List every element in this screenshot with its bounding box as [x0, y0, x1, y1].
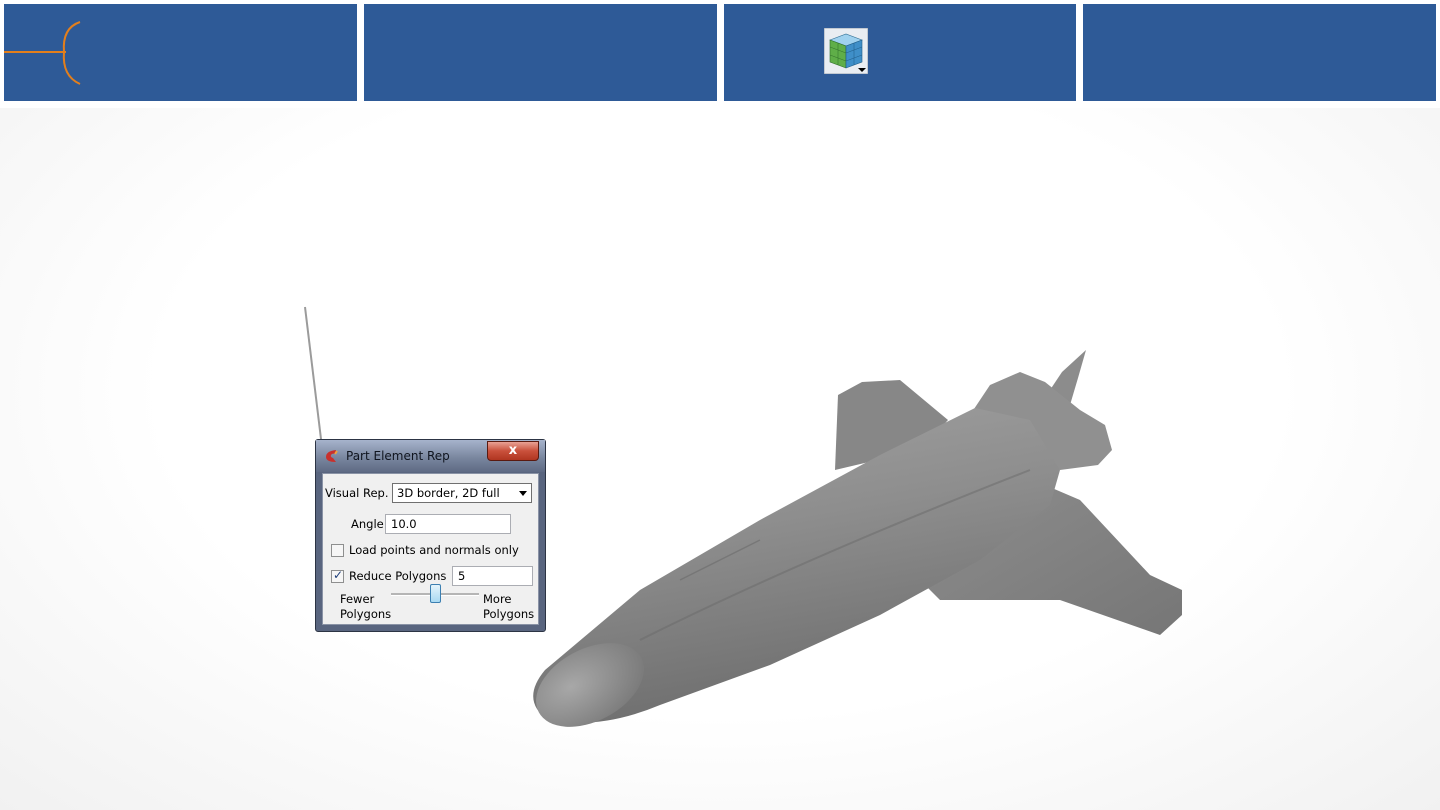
reduce-polygons-checkbox[interactable]: ✓: [331, 568, 344, 583]
angle-input[interactable]: 10.0: [385, 514, 511, 534]
visual-rep-value: 3D border, 2D full: [397, 486, 500, 500]
slider-left-label-1: Fewer: [340, 592, 375, 606]
reduce-polygons-label: Reduce Polygons: [349, 569, 447, 583]
checkmark-icon: ✓: [333, 568, 344, 582]
slider-right-label-1: More: [483, 592, 512, 606]
dialog-titlebar[interactable]: Part Element Rep x: [316, 440, 545, 472]
part-element-rep-cube-icon[interactable]: [823, 28, 868, 74]
banner-segment-1: [4, 4, 357, 101]
part-element-rep-dialog[interactable]: Part Element Rep x Visual Rep. 3D border…: [315, 439, 546, 632]
angle-label: Angle: [351, 517, 384, 531]
slider-right-label-2: Polygons: [483, 607, 535, 621]
slide-content-area: [0, 108, 1440, 810]
close-icon: x: [508, 443, 518, 458]
app-logo-icon: [326, 450, 338, 462]
banner-segment-2: [363, 4, 717, 101]
load-points-label: Load points and normals only: [349, 543, 519, 557]
slide-banner: [4, 4, 1436, 101]
chevron-down-icon: [519, 491, 527, 496]
visual-rep-label: Visual Rep.: [325, 486, 389, 500]
dialog-client-area: Visual Rep. 3D border, 2D full Angle 10.…: [322, 473, 539, 625]
dialog-title: Part Element Rep: [346, 449, 450, 463]
banner-segment-4: [1083, 4, 1436, 101]
bracket-decoration-icon: [4, 21, 81, 85]
polygon-slider-thumb[interactable]: [430, 584, 441, 603]
load-points-checkbox[interactable]: [331, 544, 344, 557]
slider-left-label-2: Polygons: [340, 607, 392, 621]
reduce-polygons-input[interactable]: 5: [452, 566, 533, 586]
banner-segment-3: [723, 4, 1077, 101]
close-button[interactable]: x: [487, 441, 539, 461]
visual-rep-dropdown[interactable]: 3D border, 2D full: [392, 483, 532, 503]
